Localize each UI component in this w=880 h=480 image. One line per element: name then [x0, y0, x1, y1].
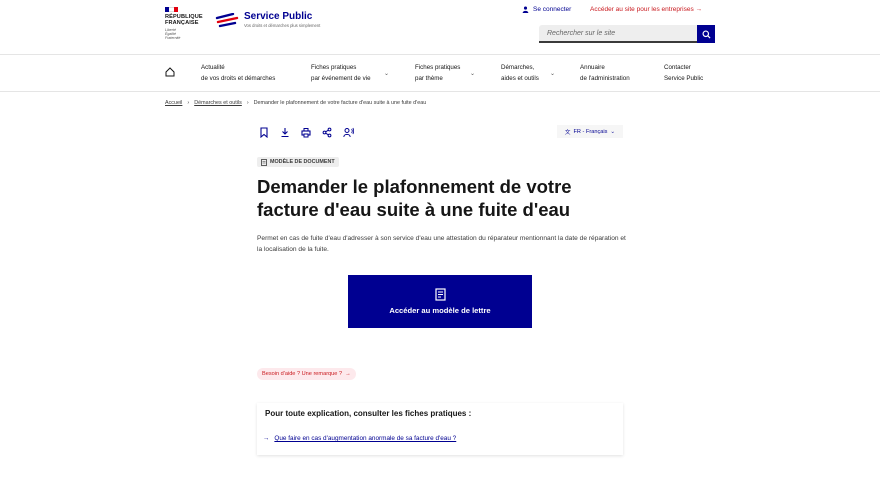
- document-icon: [261, 158, 267, 166]
- nav-item-actualite[interactable]: Actualité de vos droits et démarches: [201, 62, 275, 84]
- search-bar: Rechercher sur le site: [539, 25, 715, 43]
- search-input[interactable]: Rechercher sur le site: [539, 25, 697, 43]
- site-tagline: Vos droits et démarches plus simplement: [244, 23, 321, 28]
- service-public-logo-icon[interactable]: [215, 13, 239, 29]
- share-icon[interactable]: [322, 127, 332, 138]
- related-title: Pour toute explication, consulter les fi…: [265, 409, 472, 418]
- page-intro: Permet en cas de fuite d'eau d'adresser …: [257, 235, 626, 253]
- related-practical-sheets: Pour toute explication, consulter les fi…: [257, 403, 623, 455]
- arrow-right-icon: →: [695, 6, 703, 13]
- search-icon: [701, 29, 711, 39]
- arrow-right-icon: →: [345, 371, 351, 377]
- republique-francaise-label[interactable]: RÉPUBLIQUE FRANÇAISE: [165, 14, 203, 26]
- language-selector[interactable]: 文 FR - Français ⌄: [557, 125, 623, 138]
- related-link[interactable]: → Que faire en cas d'augmentation anorma…: [263, 435, 456, 442]
- bookmark-icon[interactable]: [259, 127, 269, 138]
- accessibility-reader-icon[interactable]: [343, 127, 354, 138]
- help-feedback-tag[interactable]: Besoin d'aide ? Une remarque ? →: [257, 368, 356, 380]
- search-button[interactable]: [697, 25, 715, 43]
- devise: Liberté Égalité Fraternité: [165, 28, 181, 40]
- login-label: Se connecter: [533, 6, 572, 13]
- home-icon[interactable]: [165, 67, 175, 77]
- breadcrumb-item-accueil[interactable]: Accueil: [165, 100, 182, 106]
- chevron-right-icon: ›: [187, 100, 190, 106]
- breadcrumb: Accueil › Démarches et outils › Demander…: [165, 100, 426, 106]
- chevron-right-icon: ›: [246, 100, 249, 106]
- download-icon[interactable]: [280, 127, 290, 138]
- french-flag-icon: [165, 7, 178, 12]
- chevron-down-icon: ⌄: [470, 71, 476, 77]
- breadcrumb-item-demarches[interactable]: Démarches et outils: [194, 100, 242, 106]
- nav-item-annuaire[interactable]: Annuaire de l'administration: [580, 62, 630, 84]
- nav-item-contacter[interactable]: Contacter Service Public: [664, 62, 703, 84]
- page-title: Demander le plafonnement de votre factur…: [257, 176, 572, 220]
- nav-item-demarches[interactable]: Démarches, aides et outils: [501, 62, 539, 84]
- main-navigation: Actualité de vos droits et démarches Fich…: [0, 55, 880, 92]
- arrow-right-icon: →: [263, 435, 270, 442]
- nav-item-evenement-de-vie[interactable]: Fiches pratiques par événement de vie: [311, 62, 371, 84]
- open-letter-template-button[interactable]: Accéder au modèle de lettre: [348, 275, 532, 328]
- site-header: RÉPUBLIQUE FRANÇAISE Liberté Égalité Fra…: [0, 0, 880, 55]
- document-type-badge: MODÈLE DE DOCUMENT: [257, 157, 339, 167]
- document-icon: [434, 288, 446, 301]
- chevron-down-icon: ⌄: [610, 128, 616, 135]
- user-icon: [522, 6, 529, 13]
- translate-icon: 文: [564, 129, 571, 136]
- print-icon[interactable]: [301, 127, 311, 138]
- page-toolbar: [259, 127, 354, 138]
- chevron-down-icon: ⌄: [384, 71, 390, 77]
- site-title[interactable]: Service Public: [244, 11, 312, 22]
- login-link[interactable]: Se connecter: [522, 6, 571, 13]
- nav-item-par-theme[interactable]: Fiches pratiques par thème: [415, 62, 460, 84]
- chevron-down-icon: ⌄: [550, 71, 556, 77]
- breadcrumb-current: Demander le plafonnement de votre factur…: [253, 100, 427, 106]
- pro-site-link[interactable]: Accéder au site pour les entreprises →: [590, 6, 702, 13]
